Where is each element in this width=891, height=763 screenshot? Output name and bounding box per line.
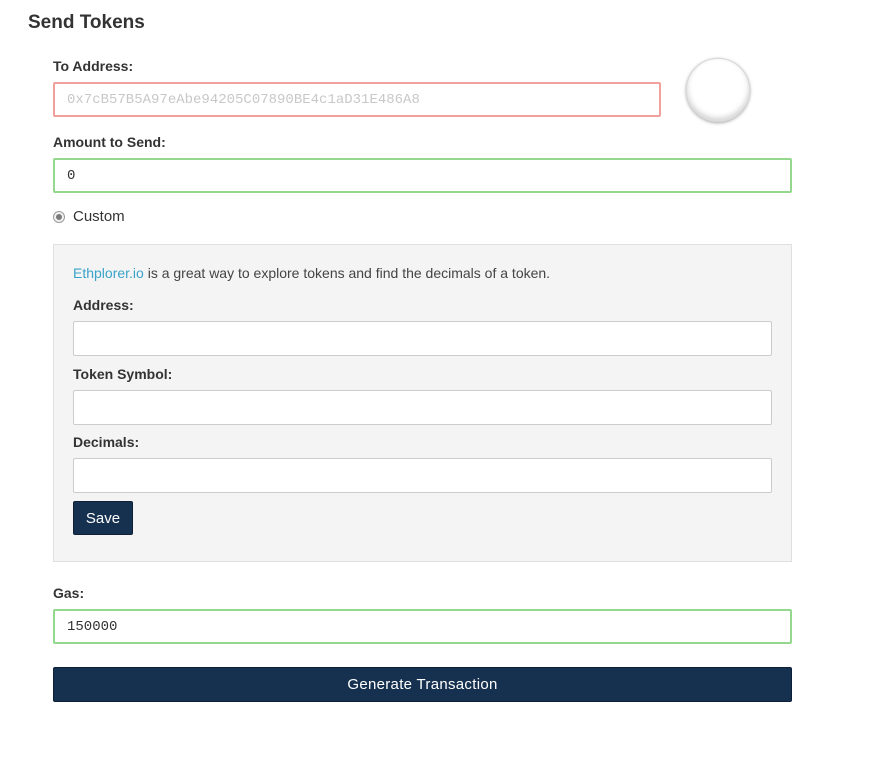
gas-label: Gas: (53, 585, 85, 601)
to-address-placeholder: 0x7cB57B5A97eAbe94205C07890BE4c1aD31E486… (67, 91, 420, 108)
radio-selected-dot (56, 213, 62, 220)
send-tokens-page: Send Tokens To Address: 0x7cB57B5A97eAbe… (0, 0, 891, 763)
decimals-input[interactable] (73, 458, 772, 493)
custom-radio-label: Custom (73, 208, 125, 225)
token-address-label: Address: (73, 297, 134, 313)
amount-value: 0 (67, 167, 76, 184)
to-address-label: To Address: (53, 58, 134, 74)
ethplorer-hint-text: is a great way to explore tokens and fin… (143, 265, 551, 281)
address-identicon (686, 58, 750, 122)
generate-transaction-button[interactable]: Generate Transaction (53, 667, 792, 702)
ethplorer-link[interactable]: Ethplorer.io (73, 265, 144, 281)
token-symbol-label: Token Symbol: (73, 366, 173, 382)
token-symbol-input[interactable] (73, 390, 772, 425)
gas-input[interactable]: 150000 (53, 609, 792, 644)
token-address-input[interactable] (73, 321, 772, 356)
amount-input[interactable]: 0 (53, 158, 792, 193)
custom-token-option[interactable]: Custom (53, 208, 125, 225)
save-button[interactable]: Save (73, 501, 133, 535)
ethplorer-hint: Ethplorer.io is a great way to explore t… (73, 265, 550, 281)
page-title: Send Tokens (28, 12, 145, 33)
custom-radio-button[interactable] (53, 210, 65, 223)
decimals-label: Decimals: (73, 434, 140, 450)
amount-label: Amount to Send: (53, 134, 166, 150)
gas-value: 150000 (67, 618, 118, 635)
to-address-input[interactable]: 0x7cB57B5A97eAbe94205C07890BE4c1aD31E486… (53, 82, 661, 117)
